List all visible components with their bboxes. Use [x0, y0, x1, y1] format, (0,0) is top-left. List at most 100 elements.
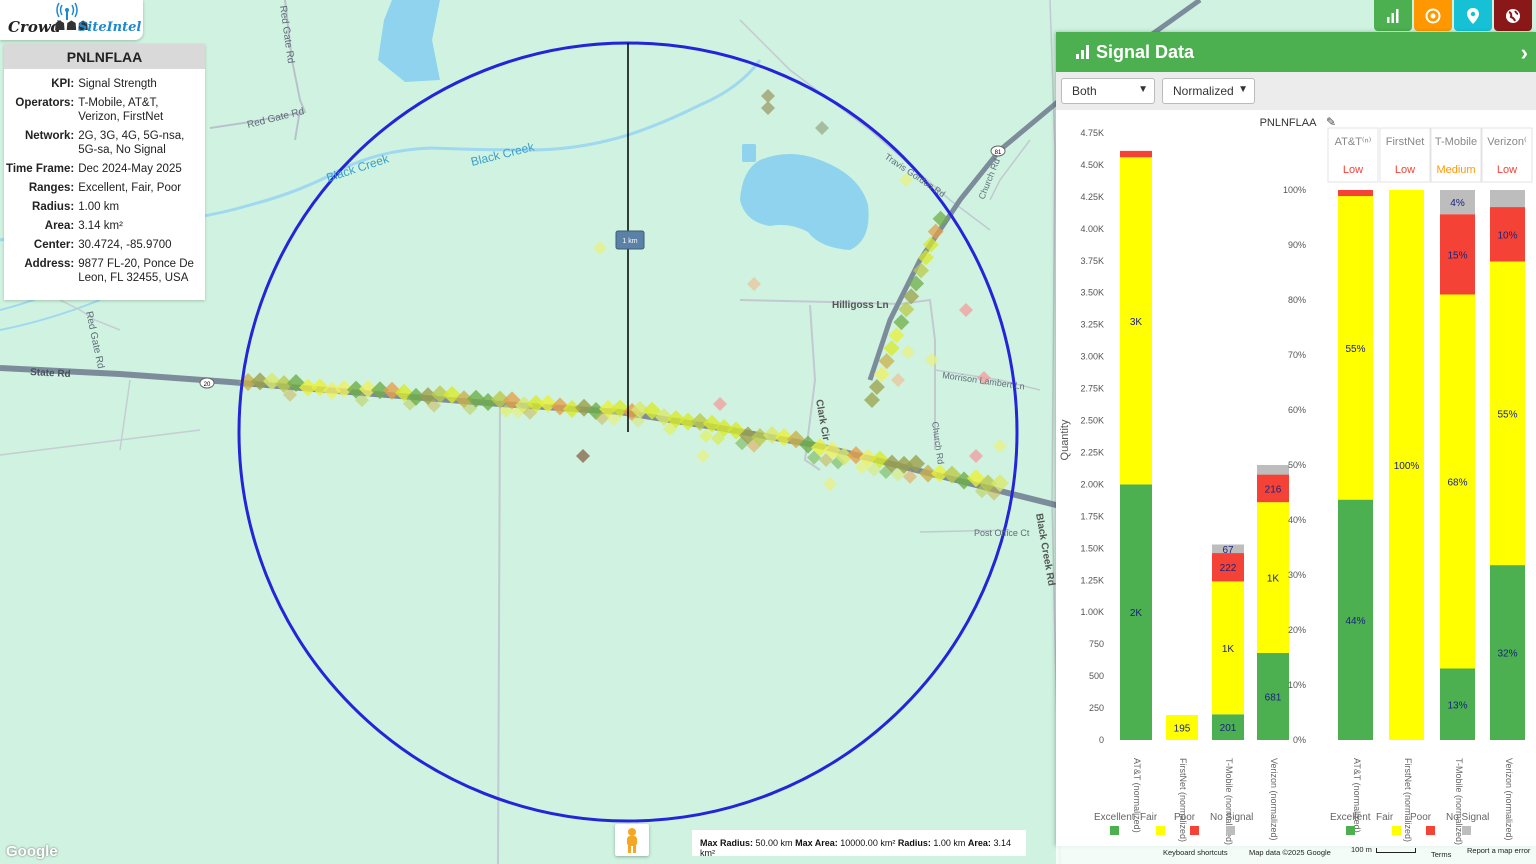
- target-icon: [1425, 8, 1441, 23]
- operator-level: Medium: [1436, 164, 1475, 176]
- normalization-select[interactable]: Normalized ▼: [1162, 78, 1255, 104]
- y-tick-label: 3.50K: [1080, 288, 1104, 298]
- map-scale-label[interactable]: 100 m: [1351, 845, 1372, 854]
- percent-data-label: 32%: [1497, 649, 1517, 660]
- info-value: 1.00 km: [78, 201, 120, 213]
- y-tick-label: 1.75K: [1080, 511, 1104, 521]
- y-tick-label: 750: [1089, 639, 1104, 649]
- info-value: 30.4724, -85.9700: [78, 239, 172, 251]
- bar-data-label: 1K: [1222, 644, 1235, 655]
- bar-data-label: 222: [1220, 563, 1237, 574]
- y-tick-label-percent: 50%: [1288, 460, 1306, 470]
- operator-mode-value: Both: [1072, 84, 1097, 98]
- location-button[interactable]: [1454, 0, 1492, 31]
- info-row: Area: 3.14 km²: [4, 218, 205, 237]
- street-view-pegman[interactable]: [615, 824, 649, 856]
- percent-data-label: 10%: [1497, 230, 1517, 241]
- keyboard-shortcuts-link[interactable]: Keyboard shortcuts: [1163, 848, 1228, 857]
- legend-swatch-excellent: [1110, 826, 1119, 835]
- y-tick-label: 1.00K: [1080, 607, 1104, 617]
- collapse-panel-button[interactable]: ›: [1521, 40, 1528, 66]
- y-tick-label: 500: [1089, 671, 1104, 681]
- y-tick-label-percent: 70%: [1288, 350, 1306, 360]
- route-shield-20: 20: [199, 377, 215, 389]
- percent-bar-segment-poor: [1338, 190, 1373, 197]
- crowdsiteintel-logo[interactable]: Crowd ☗☗☗ SiteIntel: [0, 0, 143, 40]
- legend-swatch-nosignal: [1462, 826, 1471, 835]
- percent-bar-segment-nosignal: [1490, 190, 1525, 208]
- info-key: KPI:: [51, 78, 75, 90]
- y-tick-label-percent: 60%: [1288, 405, 1306, 415]
- pegman-icon: [627, 828, 637, 853]
- x-axis-label: FirstNet (normalized): [1403, 758, 1413, 842]
- y-tick-label: 2.00K: [1080, 479, 1104, 489]
- percent-data-label: 55%: [1497, 409, 1517, 420]
- operator-level: Low: [1497, 164, 1517, 176]
- pond-small: [742, 144, 756, 162]
- x-axis-label: Verizon (normalized): [1269, 758, 1279, 841]
- radius-value: 1.00 km: [933, 838, 966, 848]
- legend-label: Fair: [1376, 812, 1394, 823]
- signal-bars-icon: [1076, 45, 1089, 59]
- y-tick-label-percent: 40%: [1288, 515, 1306, 525]
- max-area-value: 10000.00 km²: [840, 838, 896, 848]
- y-tick-label: 3.75K: [1080, 256, 1104, 266]
- logo-text-siteintel: SiteIntel: [78, 20, 142, 35]
- info-row: Radius: 1.00 km: [4, 199, 205, 218]
- legend-label: Excellent: [1094, 812, 1135, 823]
- normalization-value: Normalized: [1173, 84, 1234, 98]
- signal-data-panel: Signal Data › Both ▼ Normalized ▼ PNLNFL…: [1056, 32, 1536, 846]
- info-row: Network: 2G, 3G, 4G, 5G-nsa, 5G-sa, No Si…: [4, 128, 205, 161]
- legend-swatch-fair: [1392, 826, 1401, 835]
- info-row: Center: 30.4724, -85.9700: [4, 237, 205, 256]
- globe-layers-button[interactable]: [1494, 0, 1532, 31]
- terms-link[interactable]: Terms: [1431, 850, 1451, 859]
- report-map-error-link[interactable]: Report a map error: [1467, 846, 1530, 855]
- map-label-post-office: Post Office Ct: [974, 528, 1030, 538]
- info-key: Time Frame:: [6, 163, 75, 175]
- map-data-credit: Map data ©2025 Google: [1249, 848, 1331, 857]
- y-tick-label: 0: [1099, 735, 1104, 745]
- info-row: Ranges: Excellent, Fair, Poor: [4, 180, 205, 199]
- globe-icon: [1506, 8, 1520, 23]
- info-value: 3.14 km²: [78, 220, 123, 232]
- route-shield-81: 81: [990, 145, 1006, 157]
- info-key: Ranges:: [28, 182, 75, 194]
- y-tick-label: 2.75K: [1080, 384, 1104, 394]
- y-tick-label: 1.50K: [1080, 543, 1104, 553]
- operator-level: Low: [1395, 164, 1415, 176]
- max-radius-value: 50.00 km: [755, 838, 793, 848]
- svg-text:20: 20: [204, 382, 211, 388]
- percent-data-label: 15%: [1447, 250, 1467, 261]
- percent-data-label: 44%: [1345, 616, 1365, 627]
- legend-label: Poor: [1174, 812, 1196, 823]
- y-tick-label-percent: 30%: [1288, 570, 1306, 580]
- y-tick-label-percent: 90%: [1288, 240, 1306, 250]
- map-label-hilligoss: Hilligoss Ln: [832, 300, 889, 311]
- chevron-down-icon: ▼: [1138, 84, 1148, 95]
- info-value: Signal Strength: [78, 78, 157, 90]
- bar-data-label: 67: [1222, 545, 1234, 556]
- y-tick-label: 1.25K: [1080, 575, 1104, 585]
- bar-segment-nosignal: [1257, 464, 1289, 475]
- y-tick-label-percent: 80%: [1288, 295, 1306, 305]
- radius-target-button[interactable]: [1414, 0, 1452, 31]
- y-tick-label: 4.50K: [1080, 160, 1104, 170]
- info-row: Operators: T-Mobile, AT&T, Verizon, First…: [4, 95, 205, 128]
- map-scale-bar: [1376, 848, 1416, 853]
- percent-data-label: 13%: [1447, 700, 1467, 711]
- operator-mode-select[interactable]: Both ▼: [1061, 78, 1155, 104]
- area-key: Area:: [967, 838, 991, 848]
- panel-header: Signal Data ›: [1056, 32, 1536, 72]
- bar-data-label: 195: [1174, 724, 1191, 735]
- chart-toggle-button[interactable]: [1374, 0, 1412, 31]
- site-title: PNLNFLAA: [4, 44, 205, 69]
- x-axis-label: FirstNet (normalized): [1178, 758, 1188, 842]
- panel-controls: Both ▼ Normalized ▼: [1056, 72, 1536, 110]
- info-value: Dec 2024-May 2025: [78, 163, 182, 175]
- legend-label: No Signal: [1446, 812, 1489, 823]
- legend-swatch-poor: [1190, 826, 1199, 835]
- bar-data-label: 216: [1265, 484, 1282, 495]
- map-pin-icon: [1467, 7, 1479, 24]
- edit-pencil-icon: ✎: [1326, 115, 1336, 129]
